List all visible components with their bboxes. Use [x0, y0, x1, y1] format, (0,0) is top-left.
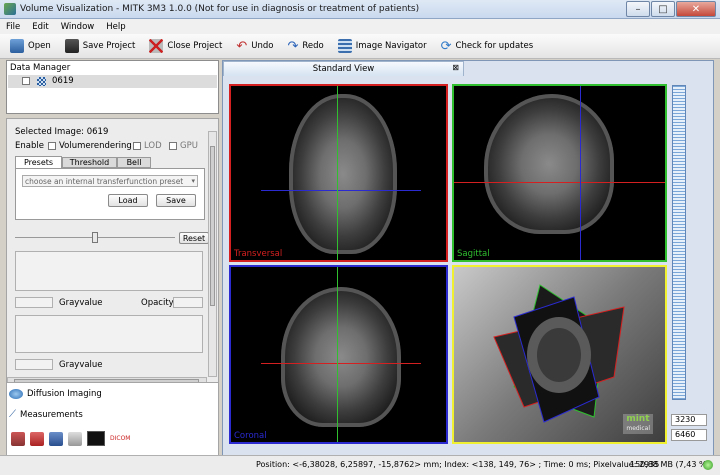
standard-view-tab[interactable]: Standard View ⊠ [223, 61, 464, 76]
registration-icon[interactable] [30, 431, 44, 446]
redo-button[interactable]: ↷ Redo [287, 40, 323, 53]
image-node-icon [37, 77, 46, 86]
navigation-icon[interactable] [49, 431, 63, 446]
tab-threshold[interactable]: Threshold [62, 157, 117, 168]
maximize-button[interactable]: □ [651, 1, 675, 17]
minimize-button[interactable]: – [626, 1, 650, 17]
vertical-scrollbar-thumb[interactable] [210, 146, 215, 306]
preset-select[interactable]: choose an internal transferfunction pres… [22, 175, 198, 187]
dicom-icon[interactable] [87, 431, 105, 446]
sagittal-label: Sagittal [457, 249, 490, 259]
sagittal-view[interactable]: Sagittal [452, 84, 667, 262]
coronal-label: Coronal [234, 431, 267, 441]
status-bar: Position: <-6,38028, 6,25897, -15,8762> … [0, 455, 720, 475]
save-preset-button[interactable]: Save [156, 194, 196, 207]
open-button[interactable]: Open [10, 39, 51, 53]
check-updates-button[interactable]: ⟳ Check for updates [441, 40, 534, 53]
presets-tab-content: choose an internal transferfunction pres… [15, 168, 205, 220]
gpu-checkbox[interactable]: GPU [169, 141, 198, 151]
image-navigator-icon [337, 39, 352, 53]
3d-view[interactable]: mint medical [452, 265, 667, 444]
load-button[interactable]: Load [108, 194, 148, 207]
menu-file[interactable]: File [6, 22, 20, 32]
transversal-view[interactable]: Transversal [229, 84, 448, 262]
render-window: Standard View ⊠ Transversal Sagittal Cor… [222, 60, 714, 465]
grayvalue-label-2: Grayvalue [59, 360, 103, 370]
reset-button[interactable]: Reset [179, 232, 209, 244]
coronal-view[interactable]: Coronal [229, 265, 448, 444]
node-visibility-checkbox[interactable] [22, 77, 30, 85]
close-project-button[interactable]: Close Project [149, 39, 222, 53]
tab-bell[interactable]: Bell [117, 157, 151, 168]
close-tab-icon[interactable]: ⊠ [452, 63, 459, 72]
data-node-label: 0619 [52, 76, 74, 86]
menu-bar: File Edit Window Help [0, 19, 720, 34]
transversal-crosshair-sag [454, 182, 665, 183]
opacity-label: Opacity [141, 298, 174, 308]
left-panel: Data Manager 0619 Selected Image: 0619 E… [6, 60, 219, 465]
open-icon [10, 39, 24, 53]
save-icon [64, 39, 79, 53]
window-field[interactable]: 6460 [671, 429, 707, 441]
chevron-down-icon: ▾ [191, 177, 195, 185]
segmentation-icon[interactable] [11, 431, 25, 446]
image-navigator-button[interactable]: Image Navigator [337, 39, 427, 53]
gray-transfer-function-canvas[interactable] [15, 251, 203, 291]
menu-help[interactable]: Help [106, 22, 125, 32]
plugin-list: Diffusion Imaging ⟋ Measurements DICOM [6, 382, 219, 465]
coronal-crosshair-sag [580, 86, 581, 260]
tab-presets[interactable]: Presets [15, 156, 62, 168]
status-position: Position: <-6,38028, 6,25897, -15,8762> … [256, 460, 660, 469]
close-project-icon [149, 39, 164, 53]
transversal-label: Transversal [234, 249, 283, 259]
data-node-row[interactable]: 0619 [8, 75, 217, 88]
transversal-crosshair-cor [261, 363, 421, 364]
vertical-scrollbar[interactable] [208, 131, 217, 377]
redo-icon: ↷ [287, 38, 299, 54]
memory-usage: 150,88 MB (7,43 %) [630, 460, 710, 469]
status-indicator-icon [703, 460, 713, 470]
sagittal-crosshair-cor [337, 267, 338, 442]
measurements-icon: ⟋ [9, 409, 16, 420]
menu-window[interactable]: Window [61, 22, 95, 32]
title-bar: Volume Visualization - MITK 3M3 1.0.0 (N… [0, 0, 720, 19]
grayvalue-label: Grayvalue [59, 298, 103, 308]
close-window-button[interactable]: ✕ [676, 1, 716, 17]
dicom-label: DICOM [110, 435, 131, 442]
level-window-slider[interactable] [672, 85, 686, 400]
grayvalue-field-1[interactable] [15, 297, 53, 308]
grayvalue-field-2[interactable] [15, 359, 53, 370]
level-field[interactable]: 3230 [671, 414, 707, 426]
diffusion-imaging-item[interactable]: Diffusion Imaging [9, 389, 102, 399]
mint-logo: mint medical [623, 414, 653, 434]
undo-button[interactable]: ↶ Undo [236, 40, 273, 53]
window-title: Volume Visualization - MITK 3M3 1.0.0 (N… [20, 4, 420, 14]
volumerendering-checkbox[interactable]: Volumerendering [48, 141, 132, 151]
data-manager-title: Data Manager [10, 63, 71, 73]
selected-image-label: Selected Image: 0619 [15, 127, 109, 137]
sagittal-crosshair [337, 86, 338, 260]
menu-edit[interactable]: Edit [32, 22, 48, 32]
color-transfer-function-canvas[interactable] [15, 315, 203, 353]
coronal-slice-image [281, 287, 401, 427]
lod-checkbox[interactable]: LOD [133, 141, 162, 151]
coronal-crosshair [261, 190, 421, 191]
measurements-item[interactable]: ⟋ Measurements [9, 409, 83, 420]
update-icon: ⟳ [440, 38, 452, 54]
save-project-button[interactable]: Save Project [64, 39, 135, 53]
toolbar: Open Save Project Close Project ↶ Undo ↷… [0, 34, 720, 59]
transversal-slice-image [289, 94, 397, 254]
enable-label: Enable [15, 141, 44, 151]
diffusion-icon [9, 389, 23, 399]
threshold-slider-handle[interactable] [92, 232, 98, 243]
opacity-field[interactable] [173, 297, 203, 308]
app-icon [4, 3, 16, 15]
tool-icon[interactable] [68, 431, 82, 446]
module-icon-row: DICOM [11, 431, 130, 446]
undo-icon: ↶ [236, 38, 248, 54]
sagittal-slice-image [484, 94, 614, 234]
data-manager-panel: Data Manager 0619 [6, 60, 219, 114]
